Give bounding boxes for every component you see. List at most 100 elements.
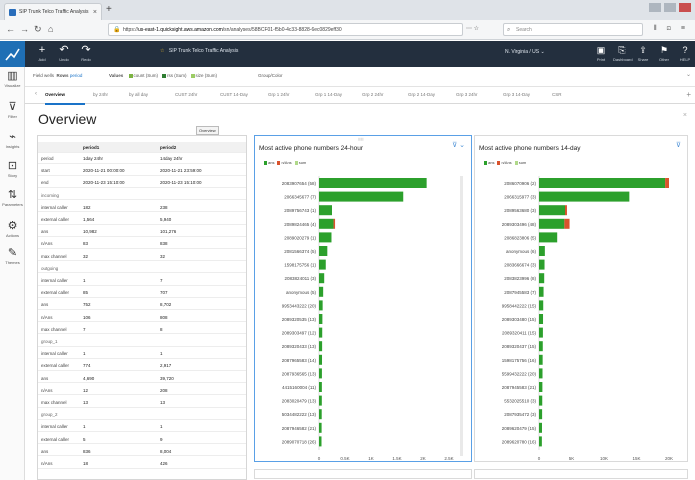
sheet-tab[interactable]: CSR <box>552 92 562 97</box>
rail-item-actions[interactable]: ⚙ Actions <box>0 220 25 238</box>
rail-item-visualize[interactable]: ▥ Visualize <box>0 70 25 88</box>
bar-ans[interactable] <box>539 205 565 216</box>
bar-ans[interactable] <box>539 382 543 392</box>
bar-ans[interactable] <box>539 218 565 229</box>
scrollbar[interactable] <box>460 176 463 456</box>
new-tab-button[interactable]: + <box>106 4 112 15</box>
chart-panel-lower-left[interactable] <box>254 469 472 479</box>
bar-ans[interactable] <box>539 259 545 270</box>
legend-entry[interactable]: sum <box>519 160 527 165</box>
bar-ans[interactable] <box>539 286 544 297</box>
sheet-tab[interactable]: Grp 3 24hr <box>456 92 478 97</box>
header-button-2[interactable]: ↷ Redo <box>75 43 97 62</box>
header-right-button-2[interactable]: ⇪ Share <box>634 43 652 62</box>
bar-ans[interactable] <box>539 232 558 243</box>
chart-panel-24hour[interactable]: ⠿⠿ Most active phone numbers 24-hour ⊽ ⌄… <box>254 135 472 462</box>
sheet-tab[interactable]: Grp 3 14-Day <box>503 92 530 97</box>
bar-ans[interactable] <box>319 286 324 297</box>
drag-handle-icon[interactable]: ⠿⠿ <box>358 137 368 142</box>
rail-item-story[interactable]: ⊡ Story <box>0 160 25 178</box>
sheet-tab[interactable]: Overview <box>45 92 65 97</box>
value-chip[interactable]: size (Sum) <box>196 73 218 78</box>
chart-panel-14day[interactable]: Most active phone numbers 14-day ⊽ ans n/… <box>474 135 688 462</box>
bar-ans[interactable] <box>319 191 404 202</box>
header-right-button-0[interactable]: ▣ Print <box>592 43 610 62</box>
bar-ans[interactable] <box>539 273 545 284</box>
bar-ans[interactable] <box>319 436 322 447</box>
collapse-wells-icon[interactable]: ⌄ <box>686 71 691 78</box>
sheet-tab[interactable]: by all day <box>129 92 148 97</box>
back-icon[interactable]: ← <box>6 24 15 34</box>
value-chip[interactable]: count (Sum) <box>134 73 159 78</box>
bar-ans[interactable] <box>319 341 323 352</box>
bar-ans[interactable] <box>319 327 323 338</box>
bar-ans[interactable] <box>539 341 543 352</box>
region-selector[interactable]: N. Virginia / US ⌄ <box>505 49 545 55</box>
overview-table[interactable]: period1 period2 period 1day 24hr 14day 24hr s… <box>37 135 247 480</box>
url-field[interactable]: 🔒 https://us-east-1.quicksight.aws.amazo… <box>108 23 463 36</box>
bar-ans[interactable] <box>319 259 326 270</box>
bar-ans[interactable] <box>539 368 543 379</box>
bar-ans[interactable] <box>319 300 323 311</box>
rail-item-filter[interactable]: ⊽ Filter <box>0 101 25 119</box>
group-color-well[interactable]: Group/Color <box>258 73 283 78</box>
rail-item-insights[interactable]: ⌁ Insights <box>0 131 25 149</box>
bar-ans[interactable] <box>319 354 323 365</box>
bar-ans[interactable] <box>319 368 322 379</box>
maximize-button[interactable] <box>664 3 676 12</box>
header-right-button-3[interactable]: ⚑ Other <box>655 43 673 62</box>
chart-panel-lower-right[interactable] <box>474 469 688 479</box>
close-window-button[interactable] <box>679 3 691 12</box>
filter-icon[interactable]: ⊽ ⌄ <box>452 141 465 149</box>
minimize-button[interactable] <box>649 3 661 12</box>
bar-ans[interactable] <box>319 246 328 256</box>
sheet-tab[interactable]: CUST 14-Day <box>220 92 248 97</box>
tabs-scroll-left-icon[interactable]: ‹ <box>35 91 37 97</box>
browser-menu-icons[interactable]: ⫴ ⊡ ≡ <box>654 25 689 33</box>
bar-ans[interactable] <box>319 205 332 216</box>
bar-ans[interactable] <box>539 395 543 406</box>
search-input[interactable]: ⌕ Search <box>503 23 643 36</box>
sheet-tab[interactable]: CUST 24hr <box>175 92 197 97</box>
add-sheet-button[interactable]: + <box>686 90 691 99</box>
values-well[interactable]: Values count (Sum) rss (Sum) size (Sum) <box>109 73 217 78</box>
bar-nans[interactable] <box>564 218 570 229</box>
legend-entry[interactable]: ans <box>488 160 494 165</box>
bar-ans[interactable] <box>319 395 322 406</box>
home-icon[interactable]: ⌂ <box>48 24 53 34</box>
header-right-button-1[interactable]: ⎘ Dashboard <box>613 43 633 62</box>
legend-entry[interactable]: ans <box>268 160 274 165</box>
bar-ans[interactable] <box>539 327 543 338</box>
value-chip[interactable]: rss (Sum) <box>167 73 187 78</box>
bar-nans[interactable] <box>565 205 567 216</box>
legend-entry[interactable]: sum <box>299 160 307 165</box>
close-tab-icon[interactable]: × <box>93 9 97 16</box>
bar-ans[interactable] <box>539 300 544 311</box>
favorite-star-icon[interactable]: ☆ <box>160 48 164 54</box>
field-wells[interactable]: Field wells Rows period Values count (Su… <box>25 67 695 87</box>
bar-nans[interactable] <box>665 178 669 188</box>
analysis-title[interactable]: ☆ SIP Trunk Telco Traffic Analysis <box>160 48 238 54</box>
bar-ans[interactable] <box>539 246 545 256</box>
bar-ans[interactable] <box>539 314 544 324</box>
header-button-1[interactable]: ↶ Undo <box>53 43 75 62</box>
bookmark-star-icon[interactable]: ⋯ ☆ <box>466 25 479 32</box>
rail-item-themes[interactable]: ✎ Themes <box>0 247 25 265</box>
legend-entry[interactable]: n/Ans <box>281 160 291 165</box>
bar-ans[interactable] <box>539 191 630 202</box>
bar-ans[interactable] <box>319 314 323 324</box>
bar-ans[interactable] <box>539 409 543 420</box>
bar-ans[interactable] <box>539 178 666 188</box>
legend-entry[interactable]: n/Ans <box>501 160 511 165</box>
forward-icon[interactable]: → <box>20 24 29 34</box>
reload-icon[interactable]: ↻ <box>34 24 42 35</box>
sheet-tab[interactable]: Grp 1 24hr <box>268 92 290 97</box>
sheet-tab[interactable]: Grp 2 14-Day <box>408 92 435 97</box>
close-panel-icon[interactable]: × <box>683 112 687 119</box>
bar-ans[interactable] <box>319 273 325 284</box>
browser-tab[interactable]: SIP Trunk Telco Traffic Analysis × <box>4 3 102 20</box>
column-header[interactable]: period1 <box>83 145 99 150</box>
sheet-tab[interactable]: by 24hr <box>93 92 108 97</box>
rows-value[interactable]: period <box>70 73 83 78</box>
bar-ans[interactable] <box>539 422 542 433</box>
